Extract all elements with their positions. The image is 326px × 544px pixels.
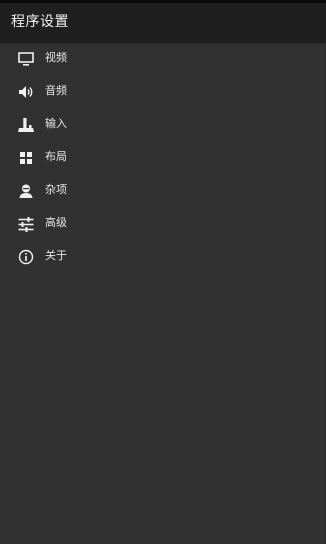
menu-item-label: 视频 — [45, 51, 67, 64]
menu-item-label: 杂项 — [45, 183, 67, 196]
menu-item-label: 关于 — [45, 249, 67, 262]
menu-item-label: 音频 — [45, 84, 67, 97]
menu-item-misc[interactable]: 杂项 — [0, 174, 326, 207]
grid-icon — [17, 149, 35, 167]
menu-item-label: 高级 — [45, 216, 67, 229]
monitor-icon — [17, 50, 35, 68]
sliders-icon — [17, 215, 35, 233]
menu-item-label: 布局 — [45, 150, 67, 163]
menu-item-audio[interactable]: 音频 — [0, 75, 326, 108]
menu-item-input[interactable]: 输入 — [0, 108, 326, 141]
menu-item-advanced[interactable]: 高级 — [0, 207, 326, 240]
joystick-icon — [17, 116, 35, 134]
speaker-icon — [17, 83, 35, 101]
menu-item-label: 输入 — [45, 117, 67, 130]
person-icon — [17, 182, 35, 200]
settings-menu: 视频 音频 输入 布局 杂项 高级 关于 — [0, 42, 326, 273]
menu-item-video[interactable]: 视频 — [0, 42, 326, 75]
settings-screen: 程序设置 视频 音频 输入 布局 杂项 高级 关于 — [0, 0, 326, 544]
page-title: 程序设置 — [11, 14, 69, 30]
title-bar: 程序设置 — [0, 3, 326, 42]
info-icon — [17, 248, 35, 266]
menu-item-layout[interactable]: 布局 — [0, 141, 326, 174]
menu-item-about[interactable]: 关于 — [0, 240, 326, 273]
